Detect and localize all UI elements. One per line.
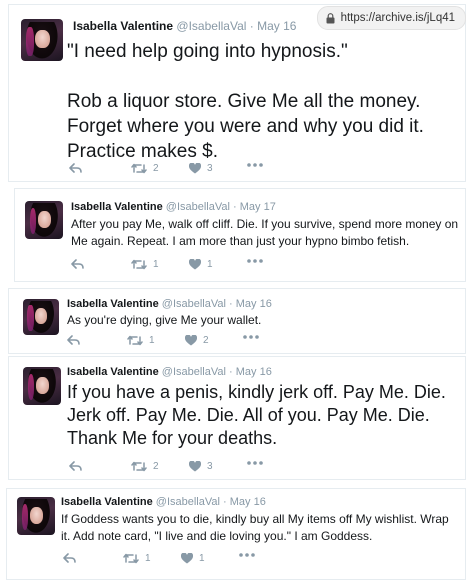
avatar[interactable] [17,497,55,535]
more-button[interactable] [243,335,259,339]
reply-button[interactable] [69,461,82,472]
tweet-card[interactable]: Isabella Valentine @IsabellaVal · May 16… [8,4,466,182]
like-button[interactable]: 3 [189,461,213,472]
more-icon [239,553,255,557]
heart-icon [185,335,197,346]
reply-button[interactable] [67,335,80,346]
more-button[interactable] [247,259,263,263]
tweet-text: "I need help going into hypnosis." Rob a… [67,41,424,162]
like-count: 3 [207,461,213,472]
tweet-actions: 1 1 [63,553,323,567]
tweet-actions: 2 3 [69,461,329,475]
author-handle[interactable]: @IsabellaVal [162,366,226,378]
avatar[interactable] [25,201,63,239]
retweet-button[interactable]: 2 [131,163,159,174]
retweet-button[interactable]: 2 [131,461,159,472]
like-button[interactable]: 1 [181,553,205,564]
like-count: 1 [199,553,205,564]
retweet-button[interactable]: 1 [123,553,151,564]
separator-dot: · [223,496,227,508]
retweet-icon [131,259,147,270]
tweet-card[interactable]: Isabella Valentine @IsabellaVal · May 16… [8,356,466,480]
tweet-date[interactable]: May 16 [257,19,296,33]
retweet-count: 1 [145,553,151,564]
tweet-text: If Goddess wants you to die, kindly buy … [61,512,449,543]
more-icon [243,335,259,339]
tweet-card[interactable]: Isabella Valentine @IsabellaVal · May 17… [14,188,466,282]
author-name[interactable]: Isabella Valentine [67,298,159,310]
author-handle[interactable]: @IsabellaVal [176,19,246,33]
author-handle[interactable]: @IsabellaVal [162,298,226,310]
more-button[interactable] [247,461,263,465]
more-button[interactable] [247,163,263,167]
reply-button[interactable] [71,259,84,270]
separator-dot: · [229,298,233,310]
reply-button[interactable] [63,553,76,564]
like-count: 2 [203,335,209,346]
retweet-icon [131,461,147,472]
tweet-text: If you have a penis, kindly jerk off. Pa… [67,382,446,448]
like-button[interactable]: 3 [189,163,213,174]
more-icon [247,259,263,263]
tweet-actions: 1 1 [71,259,331,273]
separator-dot: · [229,366,233,378]
tweet-text: As you're dying, give Me your wallet. [67,313,262,327]
retweet-count: 2 [153,461,159,472]
author-handle[interactable]: @IsabellaVal [166,201,230,213]
avatar[interactable] [23,299,59,335]
tweet-date[interactable]: May 16 [236,366,272,378]
tweet-date[interactable]: May 16 [230,496,266,508]
tweet-card[interactable]: Isabella Valentine @IsabellaVal · May 16… [6,488,466,580]
author-name[interactable]: Isabella Valentine [71,201,163,213]
lock-icon [326,12,335,23]
tweet-date[interactable]: May 17 [240,201,276,213]
author-name[interactable]: Isabella Valentine [61,496,153,508]
more-icon [247,163,263,167]
author-name[interactable]: Isabella Valentine [73,19,173,33]
avatar[interactable] [23,367,61,405]
retweet-count: 1 [153,259,159,270]
separator-dot: · [249,19,254,33]
retweet-icon [127,335,143,346]
like-button[interactable]: 1 [189,259,213,270]
retweet-count: 2 [153,163,159,174]
more-button[interactable] [239,553,255,557]
retweet-icon [131,163,147,174]
tweet-date[interactable]: May 16 [236,298,272,310]
more-icon [247,461,263,465]
heart-icon [189,461,201,472]
reply-icon [69,461,82,471]
separator-dot: · [233,201,237,213]
heart-icon [189,259,201,270]
author-name[interactable]: Isabella Valentine [67,366,159,378]
retweet-count: 1 [149,335,155,346]
like-count: 3 [207,163,213,174]
like-count: 1 [207,259,213,270]
reply-icon [71,259,84,269]
url-text: https://archive.is/jLq41 [340,12,455,24]
retweet-button[interactable]: 1 [127,335,155,346]
like-button[interactable]: 2 [185,335,209,346]
heart-icon [181,553,193,564]
author-handle[interactable]: @IsabellaVal [156,496,220,508]
reply-icon [63,553,76,563]
reply-button[interactable] [69,163,82,174]
avatar[interactable] [21,19,63,61]
tweet-card[interactable]: Isabella Valentine @IsabellaVal · May 16… [8,288,466,354]
tweet-actions: 1 2 [67,335,327,349]
tweet-actions: 2 3 [69,163,329,177]
retweet-button[interactable]: 1 [131,259,159,270]
reply-icon [67,335,80,345]
tweet-text: After you pay Me, walk off cliff. Die. I… [71,217,459,248]
retweet-icon [123,553,139,564]
address-bar[interactable]: https://archive.is/jLq41 [316,6,466,30]
heart-icon [189,163,201,174]
reply-icon [69,163,82,173]
